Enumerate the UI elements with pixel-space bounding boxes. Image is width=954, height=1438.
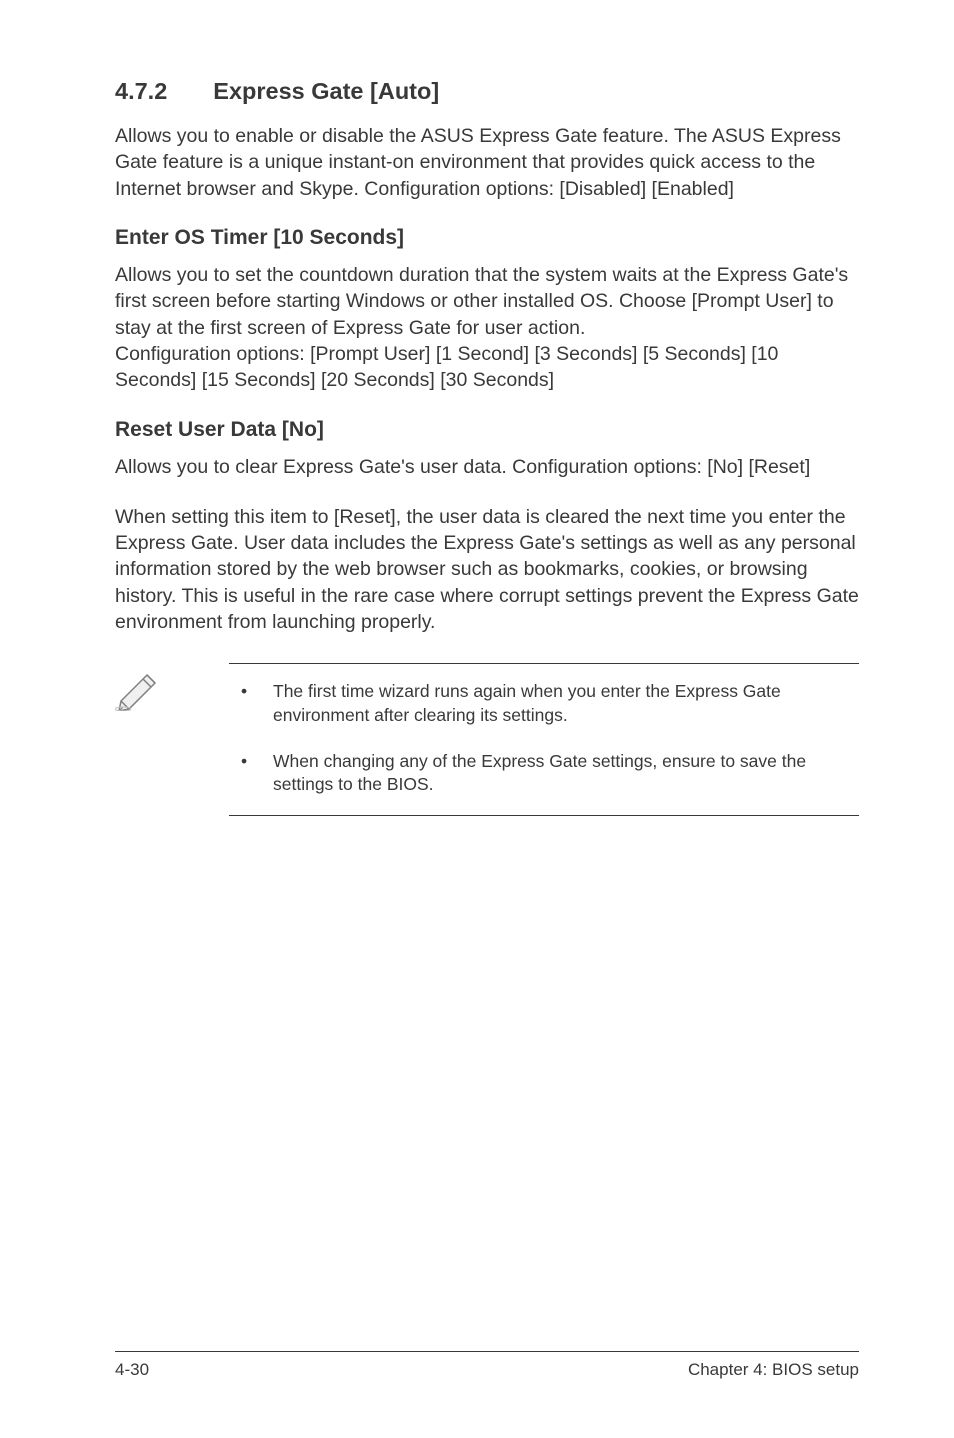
section-number: 4.7.2 [115,78,167,105]
section-heading-text: Express Gate [Auto] [213,78,439,104]
bullet-icon: • [229,750,273,797]
section-title: 4.7.2 Express Gate [Auto] [115,78,859,105]
sub2-body1: Allows you to clear Express Gate's user … [115,454,859,480]
page-content: 4.7.2 Express Gate [Auto] Allows you to e… [0,0,954,816]
note-item: • When changing any of the Express Gate … [229,750,859,797]
pencil-icon [115,667,171,716]
note-box: • The first time wizard runs again when … [229,663,859,816]
sub1-body: Allows you to set the countdown duration… [115,262,859,394]
note-text-2: When changing any of the Express Gate se… [273,750,859,797]
page-number: 4-30 [115,1360,149,1380]
note-section: • The first time wizard runs again when … [115,663,859,816]
note-text-1: The first time wizard runs again when yo… [273,680,859,727]
sub2-heading: Reset User Data [No] [115,418,859,442]
bullet-icon: • [229,680,273,727]
sub1-heading: Enter OS Timer [10 Seconds] [115,226,859,250]
note-item: • The first time wizard runs again when … [229,680,859,727]
section-intro: Allows you to enable or disable the ASUS… [115,123,859,202]
sub2-body2: When setting this item to [Reset], the u… [115,504,859,636]
page-footer: 4-30 Chapter 4: BIOS setup [115,1351,859,1380]
chapter-label: Chapter 4: BIOS setup [688,1360,859,1380]
